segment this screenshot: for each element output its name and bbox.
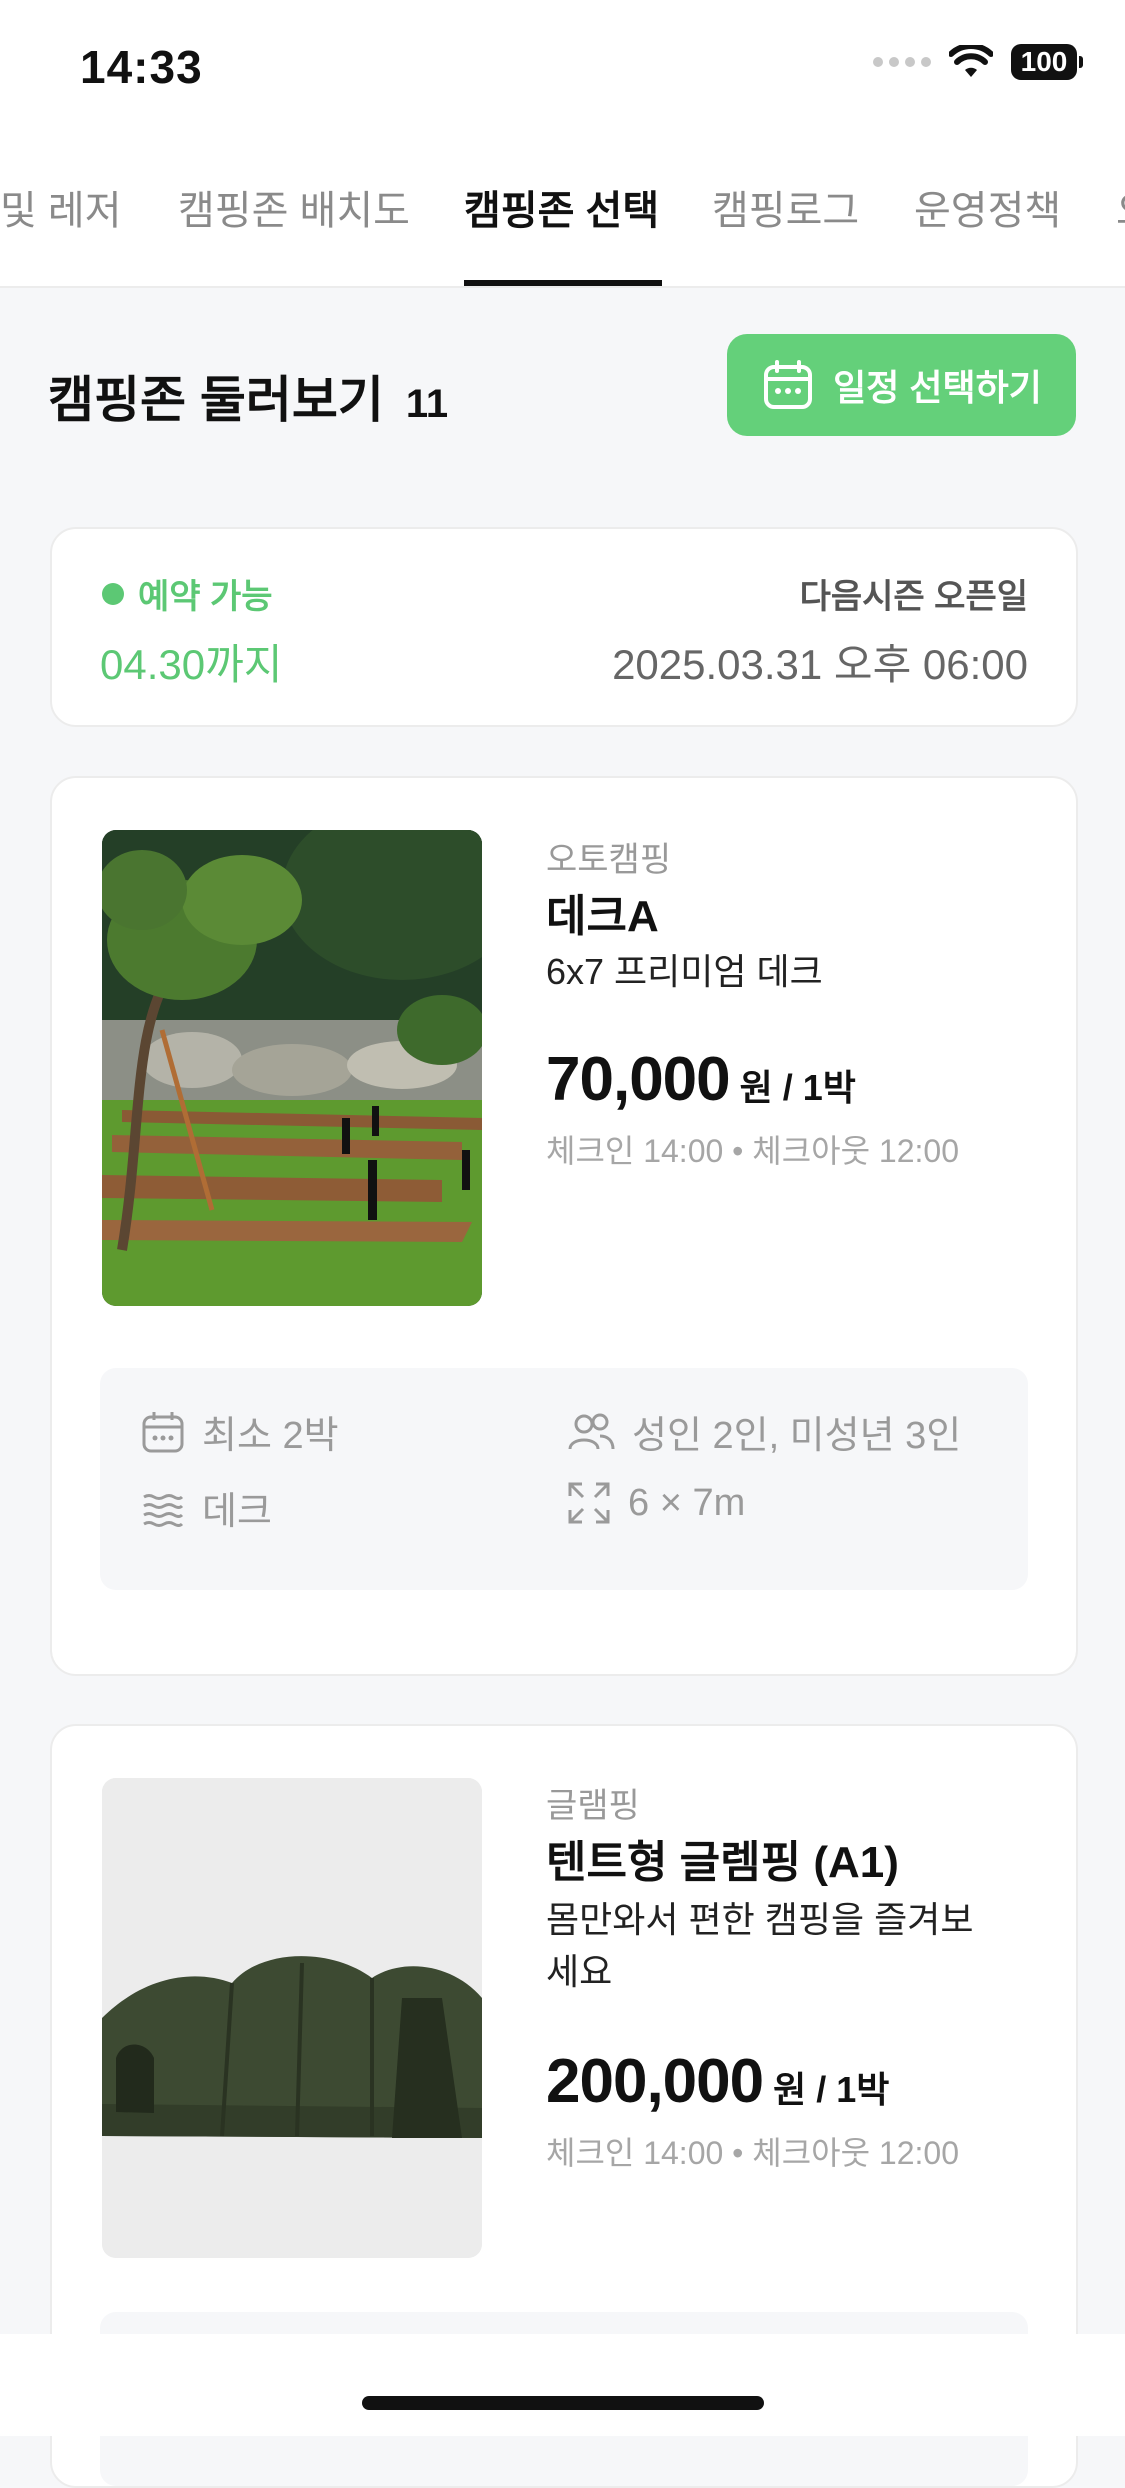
status-bar: 14:33 100 [0, 0, 1125, 110]
section-title: 캠핑존 둘러보기 11 [48, 360, 448, 432]
campsite-photo [102, 830, 482, 1306]
feature-capacity: 성인 2인, 미성년 3인 [566, 1404, 961, 1459]
price-unit: 원 / 1박 [773, 2069, 890, 2110]
checkin-times: 체크인 14:00 • 체크아웃 12:00 [546, 1133, 960, 1169]
site-type: 오토캠핑 [546, 841, 672, 879]
select-schedule-label: 일정 선택하기 [833, 367, 1042, 408]
cellular-signal-icon [873, 57, 931, 67]
tab-zone-select[interactable]: 캠핑존 선택 [464, 178, 659, 236]
feature-size: 6 × 7m [566, 1480, 745, 1526]
feature-min-nights: 최소 2박 [140, 1404, 339, 1459]
site-description: 6x7 프리미엄 데크 [546, 951, 823, 992]
next-season-date: 2025.03.31 오후 06:00 [612, 641, 1028, 688]
site-price: 200,000 원 / 1박 [546, 2046, 889, 2117]
campsite-photo [102, 1778, 482, 2258]
people-icon [568, 1413, 615, 1449]
availability-label: 예약 가능 [138, 578, 273, 616]
site-features: 최소 2박 성인 2인, 미성년 3인 데크 6 × 7m [100, 1368, 1028, 1590]
wifi-icon [949, 45, 993, 77]
feature-floor: 데크 [140, 1480, 272, 1535]
availability-status: 예약 가능 [102, 569, 273, 618]
tab-camping-log[interactable]: 캠핑로그 [712, 178, 859, 236]
deck-icon [143, 1493, 184, 1527]
tab-leisure[interactable]: 및 레저 [0, 178, 122, 236]
price-amount: 200,000 [546, 2047, 764, 2116]
site-price: 70,000 원 / 1박 [546, 1044, 856, 1115]
tab-bar: 및 레저 캠핑존 배치도 캠핑존 선택 캠핑로그 운영정책 오 [0, 110, 1125, 288]
tab-more[interactable]: 오 [1116, 178, 1125, 236]
battery-icon: 100 [1011, 44, 1083, 80]
price-amount: 70,000 [546, 1045, 731, 1114]
tab-policy[interactable]: 운영정책 [914, 178, 1061, 236]
status-time: 14:33 [80, 41, 203, 93]
site-name: 데크A [546, 892, 659, 941]
feature-min-nights-label: 최소 2박 [202, 1415, 339, 1457]
site-description: 몸만와서 편한 캠핑을 즐겨보세요 [546, 1899, 974, 1993]
home-indicator[interactable] [362, 2396, 764, 2410]
status-icons: 100 [873, 44, 1083, 80]
season-info-card: 예약 가능 04.30까지 다음시즌 오픈일 2025.03.31 오후 06:… [50, 527, 1078, 727]
campsite-card[interactable]: 오토캠핑 데크A 6x7 프리미엄 데크 70,000 원 / 1박 체크인 1… [50, 776, 1078, 1676]
home-bar [0, 2334, 1125, 2436]
section-title-text: 캠핑존 둘러보기 [48, 372, 384, 428]
price-unit: 원 / 1박 [739, 1067, 856, 1108]
active-tab-indicator [464, 280, 662, 286]
calendar-icon [142, 1411, 184, 1452]
feature-capacity-label: 성인 2인, 미성년 3인 [632, 1415, 962, 1457]
available-until: 04.30까지 [100, 641, 283, 688]
next-season-label: 다음시즌 오픈일 [799, 578, 1028, 616]
available-dot-icon [102, 582, 124, 605]
feature-size-label: 6 × 7m [628, 1481, 746, 1524]
site-name: 텐트형 글렘핑 (A1) [546, 1838, 899, 1887]
tab-layout[interactable]: 캠핑존 배치도 [178, 178, 410, 236]
expand-icon [568, 1482, 610, 1524]
section-count: 11 [405, 382, 449, 426]
feature-floor-label: 데크 [202, 1491, 272, 1533]
select-schedule-button[interactable]: 일정 선택하기 [727, 334, 1076, 436]
checkin-times: 체크인 14:00 • 체크아웃 12:00 [546, 2135, 960, 2171]
site-type: 글램핑 [546, 1787, 640, 1825]
calendar-icon [764, 360, 813, 409]
